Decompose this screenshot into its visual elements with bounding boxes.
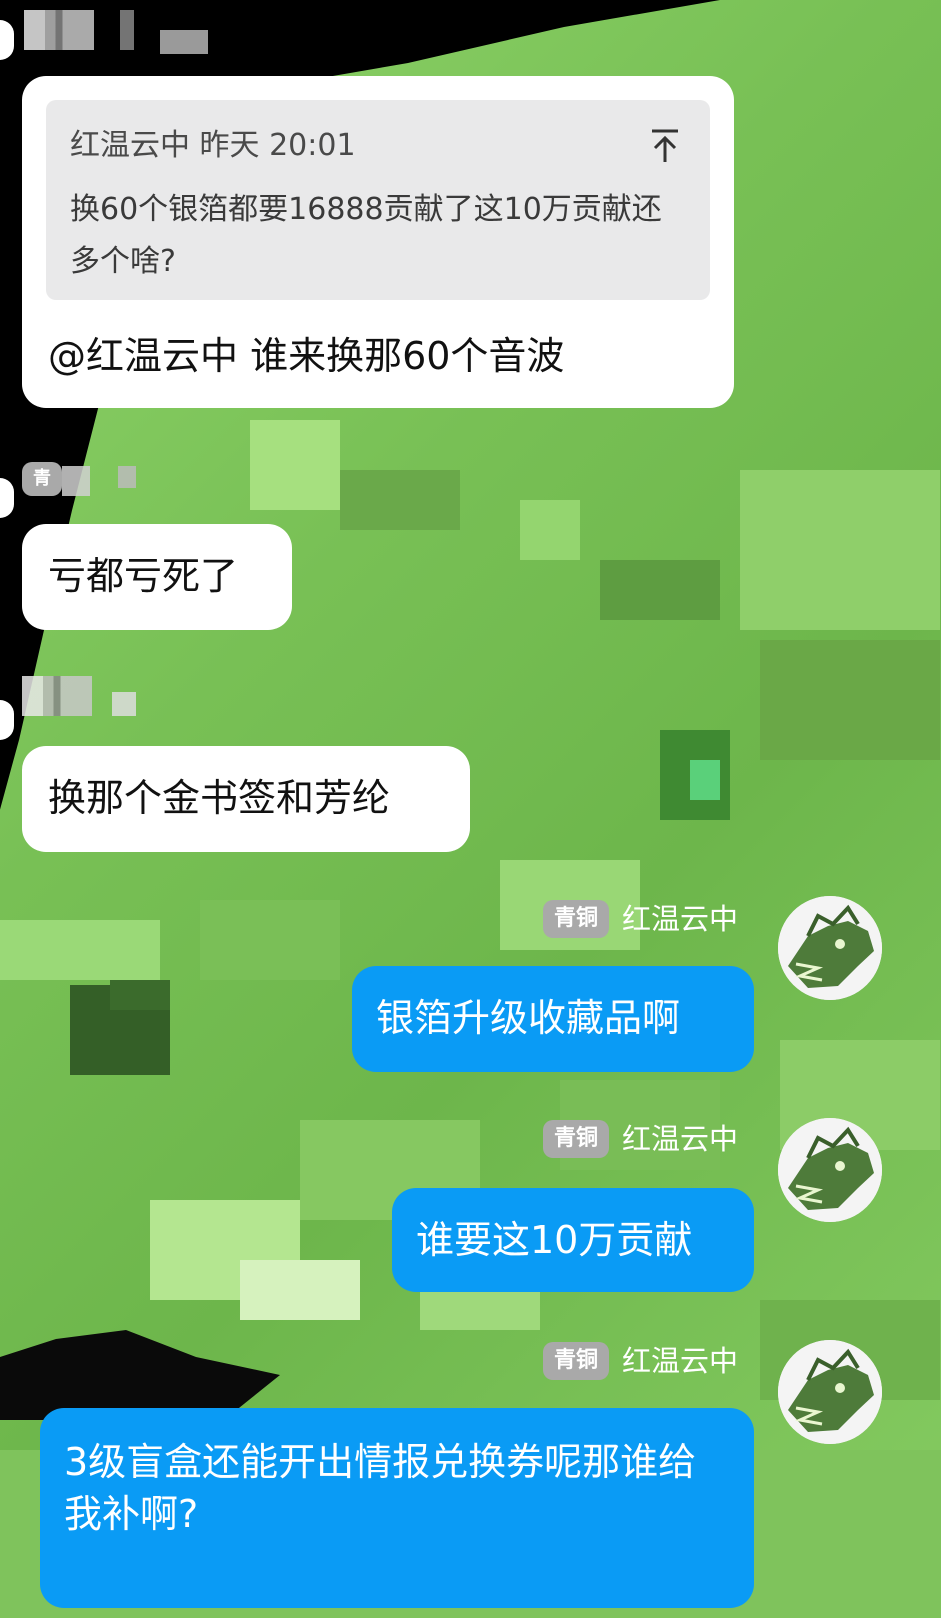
sender-name[interactable]: 红温云中: [622, 1342, 738, 1380]
message-text: 亏都亏死了: [48, 554, 239, 598]
message-text: 银箔升级收藏品啊: [376, 996, 681, 1040]
message-bubble-incoming[interactable]: 亏都亏死了: [22, 524, 292, 630]
sender-name[interactable]: 红温云中: [622, 1120, 738, 1158]
blurred-sender-name: [160, 30, 208, 54]
blurred-sender-name: [112, 692, 136, 716]
quote-author-time: 红温云中 昨天 20:01: [70, 128, 356, 163]
member-badge: 青铜: [543, 1120, 609, 1158]
message-bubble-outgoing[interactable]: 3级盲盒还能开出情报兑换券呢那谁给我补啊?: [40, 1408, 754, 1608]
sender-name[interactable]: 红温云中: [622, 900, 738, 938]
member-badge: 青: [22, 462, 62, 496]
dragon-avatar-icon[interactable]: [778, 1340, 882, 1444]
blurred-sender-name: [22, 676, 92, 716]
blurred-sender-name: [62, 466, 90, 496]
message-text: 谁要这10万贡献: [416, 1218, 693, 1262]
member-badge: 青铜: [543, 900, 609, 938]
blurred-sender-name: [118, 466, 136, 488]
blurred-sender-name: [24, 10, 94, 50]
message-bubble-outgoing[interactable]: 谁要这10万贡献: [392, 1188, 754, 1292]
quoted-message[interactable]: 红温云中 昨天 20:01 换60个银箔都要16888贡献了这10万贡献还多个啥…: [46, 100, 710, 300]
blurred-sender-name: [120, 10, 134, 50]
message-text: @红温云中 谁来换那60个音波: [48, 334, 565, 378]
quote-text: 换60个银箔都要16888贡献了这10万贡献还多个啥?: [70, 192, 662, 279]
message-bubble-incoming[interactable]: 换那个金书签和芳纶: [22, 746, 470, 852]
message-text: 3级盲盒还能开出情报兑换券呢那谁给我补啊?: [64, 1440, 697, 1536]
message-text: 换那个金书签和芳纶: [48, 776, 391, 820]
member-badge: 青铜: [543, 1342, 609, 1380]
dragon-avatar-icon[interactable]: [778, 896, 882, 1000]
arrow-up-to-top-icon[interactable]: [650, 128, 680, 164]
dragon-avatar-icon[interactable]: [778, 1118, 882, 1222]
message-bubble-outgoing[interactable]: 银箔升级收藏品啊: [352, 966, 754, 1072]
message-bubble-incoming[interactable]: 红温云中 昨天 20:01 换60个银箔都要16888贡献了这10万贡献还多个啥…: [22, 76, 734, 408]
